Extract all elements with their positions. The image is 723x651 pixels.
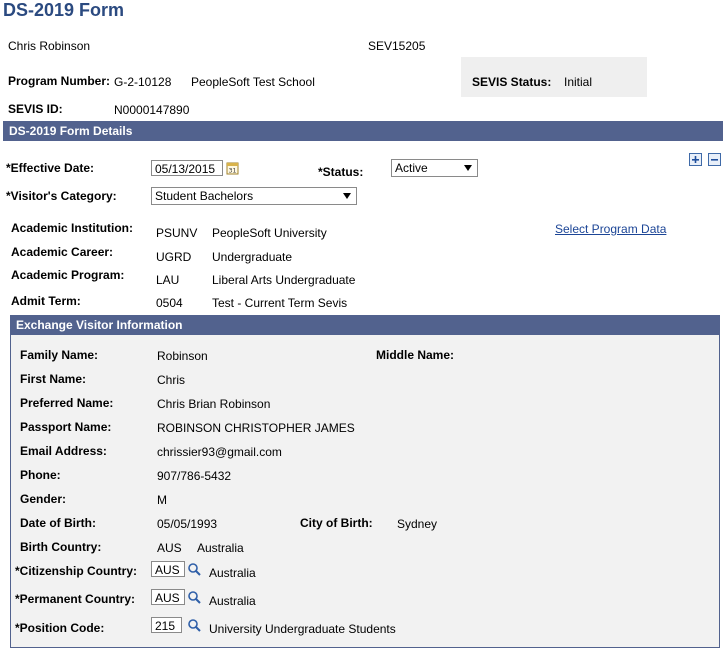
academic-program-label: Academic Program:: [11, 268, 125, 282]
academic-institution-desc: PeopleSoft University: [212, 226, 327, 240]
effective-date-input[interactable]: 05/13/2015: [151, 160, 223, 176]
first-name-value: Chris: [157, 373, 186, 387]
academic-institution-code: PSUNV: [156, 226, 198, 240]
admit-term-code: 0504: [156, 296, 183, 310]
page-title: DS-2019 Form: [3, 0, 125, 20]
sevis-status-label: SEVIS Status:: [472, 75, 552, 89]
position-code-label: Position Code:: [15, 621, 105, 635]
family-name-label: Family Name:: [20, 348, 99, 362]
academic-program-desc: Liberal Arts Undergraduate: [212, 273, 356, 287]
visitor-category-select[interactable]: Student Bachelors: [151, 187, 357, 205]
academic-career-desc: Undergraduate: [212, 250, 293, 264]
magnifier-icon[interactable]: [187, 618, 202, 633]
birth-country-code: AUS: [157, 541, 182, 555]
sevis-code: SEV15205: [368, 39, 426, 53]
gender-label: Gender:: [20, 492, 67, 506]
exchange-visitor-header: Exchange Visitor Information: [10, 315, 720, 335]
status-select[interactable]: Active: [391, 159, 478, 177]
passport-name-value: ROBINSON CHRISTOPHER JAMES: [157, 421, 355, 435]
school-name: PeopleSoft Test School: [191, 75, 315, 89]
permanent-country-input[interactable]: AUS: [151, 589, 185, 605]
position-code-input[interactable]: 215: [151, 617, 182, 633]
city-birth-value: Sydney: [397, 517, 438, 531]
position-code-desc: University Undergraduate Students: [209, 622, 396, 636]
phone-value: 907/786-5432: [157, 469, 232, 483]
status-label: Status:: [318, 165, 364, 179]
admit-term-desc: Test - Current Term Sevis: [212, 296, 348, 310]
visitor-category-value: Student Bachelors: [155, 189, 254, 203]
dob-value: 05/05/1993: [157, 517, 218, 531]
sevis-status-value: Initial: [564, 75, 593, 89]
gender-value: M: [157, 493, 167, 507]
citizenship-country-label: Citizenship Country:: [15, 564, 137, 578]
preferred-name-label: Preferred Name:: [20, 396, 114, 410]
email-value: chrissier93@gmail.com: [157, 445, 282, 459]
email-label: Email Address:: [20, 444, 107, 458]
admit-term-label: Admit Term:: [11, 294, 81, 308]
magnifier-icon[interactable]: [187, 590, 202, 605]
plus-icon[interactable]: [689, 153, 702, 166]
permanent-country-desc: Australia: [209, 594, 256, 608]
academic-career-label: Academic Career:: [11, 245, 114, 259]
academic-institution-label: Academic Institution:: [11, 221, 134, 235]
magnifier-icon[interactable]: [187, 562, 202, 577]
birth-country-desc: Australia: [197, 541, 244, 555]
birth-country-label: Birth Country:: [20, 540, 102, 554]
first-name-label: First Name:: [20, 372, 87, 386]
effective-date-label: Effective Date:: [6, 161, 94, 175]
select-program-data-link[interactable]: Select Program Data: [555, 222, 666, 236]
visitor-category-label: Visitor's Category:: [6, 189, 117, 203]
form-details-header: DS-2019 Form Details: [3, 121, 723, 141]
academic-career-code: UGRD: [156, 250, 192, 264]
citizenship-country-input[interactable]: AUS: [151, 561, 185, 577]
dob-label: Date of Birth:: [20, 516, 96, 530]
status-select-value: Active: [395, 161, 428, 175]
preferred-name-value: Chris Brian Robinson: [157, 397, 271, 411]
student-name: Chris Robinson: [8, 39, 91, 53]
permanent-country-label: Permanent Country:: [15, 592, 135, 606]
program-number-label: Program Number:: [8, 74, 111, 88]
minus-icon[interactable]: [708, 153, 721, 166]
calendar-icon[interactable]: 31: [226, 161, 239, 175]
family-name-value: Robinson: [157, 349, 208, 363]
chevron-down-icon: [343, 193, 351, 199]
city-birth-label: City of Birth:: [300, 516, 373, 530]
phone-label: Phone:: [20, 468, 61, 482]
svg-text:31: 31: [229, 168, 237, 175]
chevron-down-icon: [464, 165, 472, 171]
program-number-value: G-2-10128: [114, 75, 172, 89]
middle-name-label: Middle Name:: [376, 348, 455, 362]
sevis-id-label: SEVIS ID:: [8, 102, 63, 116]
citizenship-country-desc: Australia: [209, 566, 256, 580]
passport-name-label: Passport Name:: [20, 420, 112, 434]
academic-program-code: LAU: [156, 273, 180, 287]
sevis-id-value: N0000147890: [114, 103, 190, 117]
